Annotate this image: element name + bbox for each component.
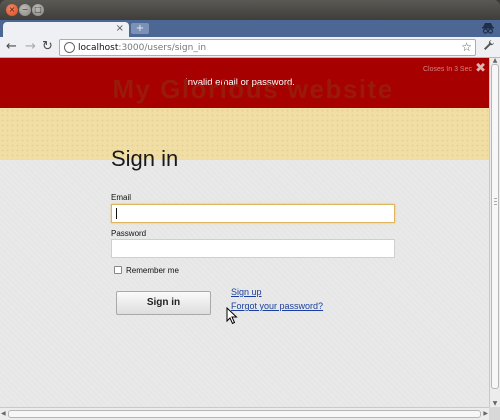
tab-strip: × + [0,20,500,37]
incognito-icon [480,21,496,37]
sign-up-link[interactable]: Sign up [231,287,262,297]
address-bar[interactable]: localhost:3000/users/sign_in ☆ [59,39,476,56]
scroll-right-icon[interactable]: ▶ [483,410,488,417]
browser-toolbar: ← → ↻ localhost:3000/users/sign_in ☆ [0,37,500,58]
email-label: Email [111,193,132,202]
site-banner [0,108,489,160]
vertical-scrollbar-thumb[interactable] [491,64,499,389]
page-title: Sign in [111,146,179,171]
back-icon[interactable]: ← [4,39,19,55]
page-icon [64,42,75,53]
scroll-left-icon[interactable]: ◀ [1,410,6,417]
tab-close-icon[interactable]: × [116,23,124,34]
text-caret [116,208,117,219]
site-title: My Glorious website [112,74,394,104]
window-maximize-icon[interactable]: □ [32,4,44,16]
mouse-pointer-icon [226,306,238,325]
forgot-password-link[interactable]: Forgot your password? [231,301,323,311]
flash-timer: Closes In 3 Sec [422,66,472,73]
url-host: localhost [78,43,119,53]
wrench-icon[interactable] [483,39,495,55]
sign-in-button[interactable]: Sign in [116,291,211,315]
window-titlebar: × − □ [0,0,500,20]
window-close-icon[interactable]: × [6,4,18,16]
url-path: :3000/users/sign_in [118,43,207,53]
remember-me-label[interactable]: Remember me [126,266,179,275]
scrollbar-grip-icon [494,198,497,206]
new-tab-button[interactable]: + [131,23,149,34]
bookmark-star-icon[interactable]: ☆ [461,40,472,55]
password-label: Password [111,229,147,238]
window-minimize-icon[interactable]: − [19,4,31,16]
horizontal-scrollbar-thumb[interactable] [8,410,481,418]
page-viewport: Invalid email or password. Closes In 3 S… [0,58,489,407]
password-field[interactable] [111,239,395,258]
url-text[interactable]: localhost:3000/users/sign_in [78,41,206,55]
forward-icon[interactable]: → [23,39,38,55]
scrollbar-corner [489,407,500,420]
browser-tab[interactable]: × [3,22,129,37]
remember-me-checkbox[interactable] [114,266,122,274]
horizontal-scrollbar[interactable]: ◀ ▶ [0,407,489,420]
vertical-scrollbar[interactable]: ▲ ▼ [489,58,500,407]
reload-icon[interactable]: ↻ [40,39,55,55]
email-field[interactable] [111,204,395,223]
